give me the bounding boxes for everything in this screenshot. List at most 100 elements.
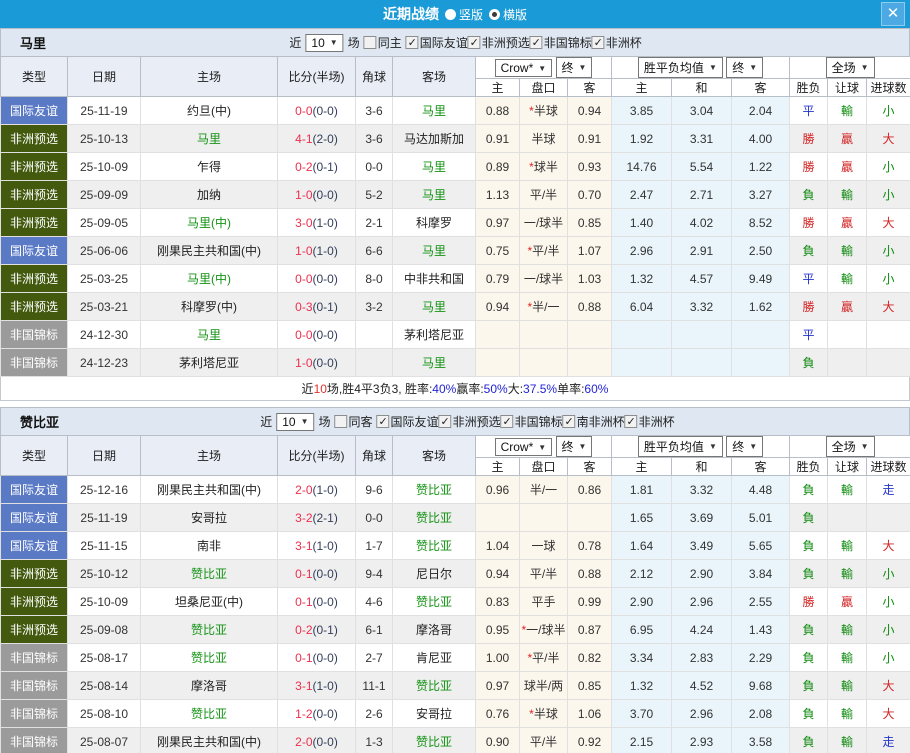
dropdown-arrow-icon: ▼ — [861, 442, 869, 451]
odds-stage-select[interactable]: 终▼ — [556, 57, 593, 78]
cell-result-handicap: 輸 — [828, 476, 867, 504]
full-time-score: 0-2 — [295, 623, 312, 637]
cell-mean-away: 1.43 — [732, 616, 790, 644]
scope-select[interactable]: 全场▼ — [826, 57, 875, 78]
layout-option-horizontal[interactable]: 横版 — [489, 6, 527, 23]
bookmaker-select[interactable]: Crow*▼ — [495, 59, 553, 77]
cell-handicap: *平/半 — [520, 644, 568, 672]
handicap-star: * — [529, 160, 534, 174]
checkbox-icon[interactable]: ✓ — [406, 36, 419, 49]
full-time-score: 2-0 — [295, 483, 312, 497]
radio-icon-vertical[interactable] — [445, 9, 456, 20]
cell-odds-home — [476, 504, 520, 532]
dropdown-arrow-icon: ▼ — [749, 442, 757, 451]
cell-competition-type: 非国锦标 — [1, 349, 68, 377]
cell-mean-draw: 2.71 — [672, 181, 732, 209]
cell-mean-away: 9.68 — [732, 672, 790, 700]
cell-away-team: 科摩罗 — [393, 209, 476, 237]
competition-filter[interactable]: ✓非洲杯 — [592, 34, 642, 51]
checkbox-icon[interactable]: ✓ — [439, 415, 452, 428]
half-time-score: (0-0) — [313, 272, 338, 286]
cell-odds-away: 0.87 — [568, 616, 612, 644]
cell-home-team: 南非 — [141, 532, 278, 560]
half-time-score: (1-0) — [313, 216, 338, 230]
cell-odds-home: 0.89 — [476, 153, 520, 181]
mean-stage-select[interactable]: 终▼ — [726, 57, 763, 78]
half-time-score: (0-0) — [313, 567, 338, 581]
cell-result-handicap: 輸 — [828, 181, 867, 209]
cell-mean-home: 1.92 — [612, 125, 672, 153]
match-row: 非国锦标24-12-23茅利塔尼亚1-0(0-0)马里負 — [1, 349, 910, 377]
checkbox-icon[interactable]: ✓ — [468, 36, 481, 49]
checkbox-icon[interactable]: ✓ — [377, 415, 390, 428]
cell-result-handicap: 贏 — [828, 153, 867, 181]
page-title: 近期战绩 — [383, 4, 439, 24]
match-row: 非洲预选25-10-09坦桑尼亚(中)0-1(0-0)4-6赞比亚0.83平手0… — [1, 588, 910, 616]
cell-odds-away: 0.82 — [568, 644, 612, 672]
scope-select[interactable]: 全场▼ — [826, 436, 875, 457]
mean-stage-select[interactable]: 终▼ — [726, 436, 763, 457]
radio-icon-horizontal[interactable] — [489, 9, 500, 20]
same-venue-filter[interactable]: 同主 — [364, 34, 402, 51]
cell-mean-home — [612, 321, 672, 349]
sub-header-handicap: 盘口 — [520, 79, 568, 97]
full-time-score: 3-1 — [295, 539, 312, 553]
competition-filter[interactable]: ✓非国锦标 — [501, 413, 563, 430]
match-row: 非洲预选25-03-25马里(中)0-0(0-0)8-0中非共和国0.79一/球… — [1, 265, 910, 293]
cell-mean-away: 4.00 — [732, 125, 790, 153]
cell-result-handicap — [828, 349, 867, 377]
competition-filter[interactable]: ✓国际友谊 — [377, 413, 439, 430]
recent-count-select[interactable]: 10▼ — [276, 413, 314, 431]
cell-score: 0-2(0-1) — [278, 616, 356, 644]
cell-competition-type: 国际友谊 — [1, 97, 68, 125]
cell-corners: 9-4 — [356, 560, 393, 588]
team-name: 赞比亚 — [20, 412, 59, 431]
title-bar: 近期战绩 竖版 横版 ✕ — [0, 0, 910, 28]
bookmaker-select[interactable]: Crow*▼ — [495, 438, 553, 456]
recent-count-select[interactable]: 10▼ — [305, 34, 343, 52]
cell-odds-away: 0.93 — [568, 153, 612, 181]
result-group-header: 全场▼ — [790, 57, 910, 79]
cell-mean-away: 2.55 — [732, 588, 790, 616]
cell-result-wdl: 負 — [790, 181, 828, 209]
layout-option-vertical[interactable]: 竖版 — [445, 6, 483, 23]
cell-home-team: 摩洛哥 — [141, 672, 278, 700]
checkbox-icon[interactable]: ✓ — [625, 415, 638, 428]
half-time-score: (0-1) — [313, 623, 338, 637]
cell-mean-draw: 3.31 — [672, 125, 732, 153]
cell-mean-draw: 2.83 — [672, 644, 732, 672]
half-time-score: (1-0) — [313, 244, 338, 258]
competition-filter[interactable]: ✓国际友谊 — [406, 34, 468, 51]
competition-filter[interactable]: ✓非国锦标 — [530, 34, 592, 51]
cell-mean-draw: 3.69 — [672, 504, 732, 532]
checkbox-icon[interactable]: ✓ — [530, 36, 543, 49]
half-time-score: (0-0) — [313, 328, 338, 342]
half-time-score: (0-1) — [313, 300, 338, 314]
summary-segment: 单率: — [557, 380, 584, 397]
mean-select[interactable]: 胜平负均值▼ — [638, 57, 723, 78]
col-header-type: 类型 — [1, 57, 68, 97]
close-icon[interactable]: ✕ — [881, 2, 905, 26]
competition-filter[interactable]: ✓非洲预选 — [468, 34, 530, 51]
competition-filter[interactable]: ✓非洲预选 — [439, 413, 501, 430]
checkbox-icon[interactable] — [364, 36, 377, 49]
competition-filter-label: 非洲杯 — [639, 413, 675, 430]
cell-mean-draw: 3.49 — [672, 532, 732, 560]
same-venue-filter[interactable]: 同客 — [335, 413, 373, 430]
mean-select[interactable]: 胜平负均值▼ — [638, 436, 723, 457]
checkbox-icon[interactable]: ✓ — [563, 415, 576, 428]
checkbox-icon[interactable] — [335, 415, 348, 428]
cell-mean-home: 1.65 — [612, 504, 672, 532]
checkbox-icon[interactable]: ✓ — [592, 36, 605, 49]
summary-row: 近10场,胜4平3负3, 胜率:40% 赢率:50% 大:37.5% 单率:60… — [0, 377, 910, 401]
cell-home-team: 科摩罗(中) — [141, 293, 278, 321]
cell-odds-home: 0.94 — [476, 293, 520, 321]
cell-score: 0-2(0-1) — [278, 153, 356, 181]
odds-stage-select[interactable]: 终▼ — [556, 436, 593, 457]
checkbox-icon[interactable]: ✓ — [501, 415, 514, 428]
competition-filter[interactable]: ✓非洲杯 — [625, 413, 675, 430]
competition-filter[interactable]: ✓南非洲杯 — [563, 413, 625, 430]
cell-result-goals: 小 — [867, 181, 910, 209]
half-time-score: (1-0) — [313, 539, 338, 553]
cell-corners: 4-6 — [356, 588, 393, 616]
